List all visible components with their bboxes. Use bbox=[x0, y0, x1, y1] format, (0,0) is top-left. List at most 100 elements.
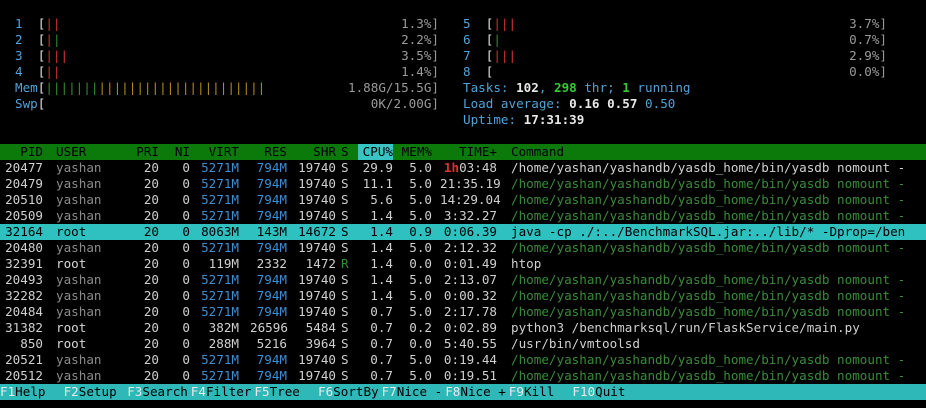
fkey-key: F7 bbox=[381, 384, 397, 399]
fkey-f1[interactable]: F1Help bbox=[0, 384, 61, 400]
cell-mem: 5.0 bbox=[409, 272, 432, 287]
cell-user: yashan bbox=[56, 176, 102, 191]
process-row[interactable]: 20479 yashan 20 0 5271M 794M 19740 S 11.1 5.0 21:3… bbox=[0, 176, 926, 192]
process-row[interactable]: 20480 yashan 20 0 5271M 794M 19740 S 1.4 5.0 2:12.… bbox=[0, 240, 926, 256]
cell-pid: 20477 bbox=[5, 160, 43, 175]
cell-res: 2332 bbox=[256, 256, 287, 271]
cpu-meter-5: 5 [||| 3.7%] bbox=[463, 16, 887, 32]
cell-virt: 5271M bbox=[201, 304, 239, 319]
cell-shr: 19740 bbox=[298, 176, 336, 191]
cell-ni: 0 bbox=[182, 336, 190, 351]
process-row[interactable]: 20512 yashan 20 0 5271M 794M 19740 S 0.7 5.0 0:19.… bbox=[0, 368, 926, 384]
cell-user: yashan bbox=[56, 288, 102, 303]
cell-ni: 0 bbox=[182, 208, 190, 223]
cell-res: 26596 bbox=[250, 320, 288, 335]
cell-command: python3 /benchmarksql/run/FlaskService/m… bbox=[511, 320, 860, 335]
cell-s: R bbox=[341, 256, 349, 271]
cell-user: yashan bbox=[56, 192, 102, 207]
cell-cpu: 0.7 bbox=[370, 320, 393, 335]
process-row[interactable]: 31382 root 20 0 382M 26596 5484 S 0.7 0.2 0:02.89 p… bbox=[0, 320, 926, 336]
cell-shr: 19740 bbox=[298, 160, 336, 175]
column-header-time[interactable]: TIME+ bbox=[445, 144, 497, 160]
fkey-f3[interactable]: F3Search bbox=[127, 384, 188, 400]
threads-count: 298 bbox=[554, 80, 577, 95]
cell-s: S bbox=[341, 320, 349, 335]
process-row[interactable]: 32391 root 20 0 119M 2332 1472 R 1.4 0.0 0:01.49 ht… bbox=[0, 256, 926, 272]
fkey-f2[interactable]: F2Setup bbox=[64, 384, 125, 400]
column-header-shr[interactable]: SHR bbox=[297, 144, 336, 160]
cell-mem: 5.0 bbox=[409, 368, 432, 383]
cell-shr: 19740 bbox=[298, 208, 336, 223]
cell-time: 3:32.27 bbox=[440, 208, 497, 224]
fkey-f4[interactable]: F4Filter bbox=[191, 384, 252, 400]
column-header-s[interactable]: S bbox=[341, 144, 349, 160]
time-value: 0:02.89 bbox=[443, 320, 497, 335]
process-row[interactable]: 850 root 20 0 288M 5216 3964 S 0.7 0.0 5:40.55/usr… bbox=[0, 336, 926, 352]
cell-ni: 0 bbox=[182, 240, 190, 255]
cell-command: java -cp ./:../BenchmarkSQL.jar:../lib/*… bbox=[511, 224, 906, 239]
fkey-f7[interactable]: F7Nice - bbox=[382, 384, 443, 400]
cell-command: /home/yashan/yashandb/yasdb_home/bin/yas… bbox=[511, 240, 906, 255]
column-header-cpu[interactable]: CPU% bbox=[358, 144, 393, 160]
time-value: 0:06.39 bbox=[443, 224, 497, 239]
cell-mem: 5.0 bbox=[409, 352, 432, 367]
cell-mem: 5.0 bbox=[409, 176, 432, 191]
cpu-percent: 2.2%] bbox=[401, 32, 439, 47]
process-row[interactable]: 20493 yashan 20 0 5271M 794M 19740 S 1.4 5.0 2:13.… bbox=[0, 272, 926, 288]
fkey-label: Setup bbox=[78, 384, 125, 399]
cell-res: 794M bbox=[256, 368, 287, 383]
mem-label: Mem bbox=[15, 80, 38, 95]
running-count: 1 bbox=[622, 80, 630, 95]
cell-mem: 5.0 bbox=[409, 160, 432, 175]
cpu-percent: 1.4%] bbox=[401, 64, 439, 79]
cpu-meter-3: 3 [||| 3.5%] bbox=[15, 48, 439, 64]
cell-virt: 382M bbox=[208, 320, 239, 335]
cell-ni: 0 bbox=[182, 304, 190, 319]
cell-time: 0:01.49 bbox=[440, 256, 497, 272]
cpu-bar-kernel: || bbox=[45, 16, 61, 31]
column-header-cmd[interactable]: Command bbox=[511, 144, 564, 160]
meter-bracket-open: [ bbox=[470, 16, 494, 31]
fkey-f8[interactable]: F8Nice + bbox=[445, 384, 506, 400]
cell-s: S bbox=[341, 192, 349, 207]
cell-virt: 5271M bbox=[201, 240, 239, 255]
fkey-label: Help bbox=[15, 384, 61, 399]
column-header-res[interactable]: RES bbox=[250, 144, 287, 160]
column-header-user[interactable]: USER bbox=[56, 144, 86, 160]
cell-cpu: 1.4 bbox=[370, 224, 393, 239]
cell-cpu: 1.4 bbox=[370, 208, 393, 223]
cpu-id: 2 bbox=[15, 32, 23, 47]
cell-s: S bbox=[341, 336, 349, 351]
column-header-virt[interactable]: VIRT bbox=[197, 144, 239, 160]
process-row[interactable]: 20484 yashan 20 0 5271M 794M 19740 S 0.7 5.0 2:17.… bbox=[0, 304, 926, 320]
cpu-meter-6: 6 [| 0.7%] bbox=[463, 32, 887, 48]
time-value: 14:29.04 bbox=[440, 192, 501, 207]
column-header-ni[interactable]: NI bbox=[172, 144, 190, 160]
process-row[interactable]: 20510 yashan 20 0 5271M 794M 19740 S 5.6 5.0 14:29… bbox=[0, 192, 926, 208]
cell-s: S bbox=[341, 368, 349, 383]
process-row[interactable]: 20509 yashan 20 0 5271M 794M 19740 S 1.4 5.0 3:32.… bbox=[0, 208, 926, 224]
cell-command: /home/yashan/yashandb/yasdb_home/bin/yas… bbox=[511, 368, 906, 383]
process-row[interactable]: 20477 yashan 20 0 5271M 794M 19740 S 29.9 5.0 1h03… bbox=[0, 160, 926, 176]
column-header-mem[interactable]: MEM% bbox=[398, 144, 432, 160]
cell-cpu: 0.7 bbox=[370, 336, 393, 351]
cell-res: 794M bbox=[256, 352, 287, 367]
column-header-pri[interactable]: PRI bbox=[132, 144, 159, 160]
cell-pri: 20 bbox=[143, 256, 159, 271]
cell-pri: 20 bbox=[143, 272, 159, 287]
fkey-f6[interactable]: F6SortBy bbox=[318, 384, 379, 400]
process-row[interactable]: 32164 root 20 0 8063M 143M 14672 S 1.4 0.9 0:06.39… bbox=[0, 224, 926, 240]
process-row[interactable]: 32282 yashan 20 0 5271M 794M 19740 S 1.4 5.0 0:00.… bbox=[0, 288, 926, 304]
mem-value: 1.88G/15.5G] bbox=[348, 80, 439, 95]
cell-pid: 20509 bbox=[5, 208, 43, 223]
cell-s: S bbox=[341, 208, 349, 223]
fkey-f5[interactable]: F5Tree bbox=[254, 384, 316, 400]
process-row[interactable]: 20521 yashan 20 0 5271M 794M 19740 S 0.7 5.0 0:19.… bbox=[0, 352, 926, 368]
cpu-meter-4: 4 [|| 1.4%] bbox=[15, 64, 439, 80]
cell-pid: 20479 bbox=[5, 176, 43, 191]
fkey-f10[interactable]: F10Quit bbox=[572, 384, 626, 400]
column-header-pid[interactable]: PID bbox=[0, 144, 43, 160]
cell-command: /home/yashan/yashandb/yasdb_home/bin/yas… bbox=[511, 208, 906, 223]
cell-pid: 20521 bbox=[5, 352, 43, 367]
fkey-f9[interactable]: F9Kill bbox=[509, 384, 570, 400]
